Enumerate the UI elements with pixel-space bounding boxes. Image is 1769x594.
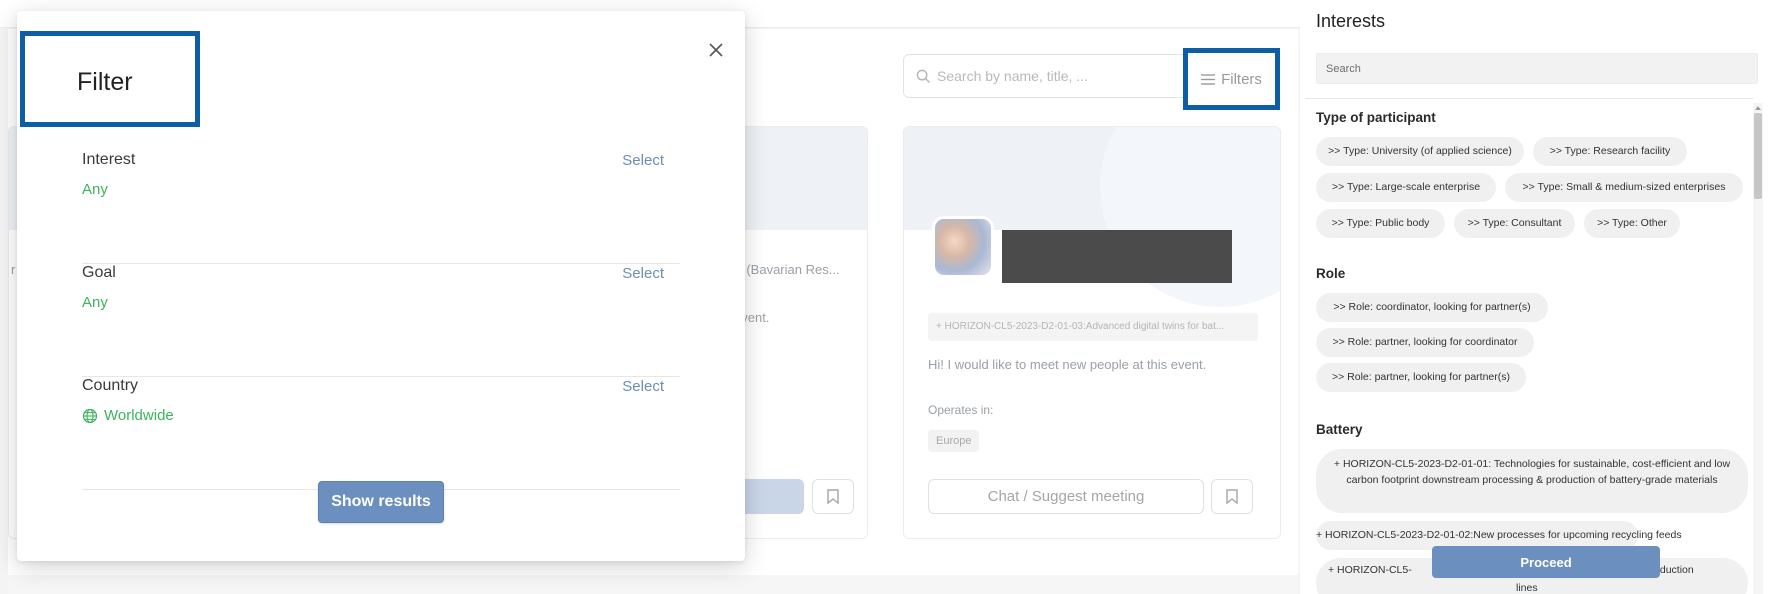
interest-chip[interactable]: >> Type: Other bbox=[1584, 209, 1680, 238]
filter-value: Any bbox=[82, 294, 108, 311]
section-battery: Battery + HORIZON-CL5-2023-D2-01-01: Tec… bbox=[1316, 422, 1748, 594]
filter-label: Interest bbox=[82, 151, 136, 168]
select-goal-link[interactable]: Select bbox=[622, 265, 664, 282]
filter-row-interest: Interest Any Select bbox=[82, 151, 680, 264]
filters-button-label: Filters bbox=[1221, 70, 1262, 88]
filter-modal: Filter Interest Any Select Goal Any Sele… bbox=[17, 11, 745, 561]
card-message: Hi! I would like to meet new people at t… bbox=[928, 357, 1207, 372]
filter-value-text: Worldwide bbox=[104, 407, 174, 424]
interest-chip[interactable]: >> Type: Public body bbox=[1316, 209, 1445, 238]
interest-chip[interactable]: >> Role: coordinator, looking for partne… bbox=[1316, 293, 1548, 322]
interests-search-input[interactable] bbox=[1316, 53, 1758, 84]
interest-chip[interactable]: + HORIZON-CL5-2023-D2-01-01: Technologie… bbox=[1316, 449, 1748, 513]
topic-chip: + HORIZON-CL5-2023-D2-01-03:Advanced dig… bbox=[928, 313, 1258, 341]
bookmark-icon bbox=[827, 489, 839, 504]
participant-search-input[interactable] bbox=[937, 68, 1177, 84]
card-text-fragment: r bbox=[11, 262, 16, 277]
scrollbar-thumb[interactable] bbox=[1754, 113, 1762, 199]
interest-chip[interactable]: >> Role: partner, looking for partner(s) bbox=[1316, 363, 1526, 392]
filter-label: Goal bbox=[82, 264, 116, 281]
card-affiliation-fragment: nz (Bavarian Res... bbox=[729, 262, 840, 277]
globe-icon bbox=[82, 408, 98, 423]
divider bbox=[1305, 98, 1753, 99]
close-icon[interactable] bbox=[707, 41, 725, 59]
filter-value-text: Any bbox=[82, 294, 108, 311]
filter-row-goal: Goal Any Select bbox=[82, 264, 680, 377]
interest-chip[interactable]: >> Role: partner, looking for coordinato… bbox=[1316, 328, 1534, 357]
filter-label: Country bbox=[82, 377, 139, 394]
section-role: Role >> Role: coordinator, looking for p… bbox=[1316, 266, 1548, 392]
bookmark-button[interactable] bbox=[812, 479, 854, 514]
filters-button[interactable]: Filters bbox=[1183, 48, 1280, 110]
scroll-up-arrow-icon[interactable] bbox=[1754, 104, 1762, 112]
hamburger-icon bbox=[1201, 73, 1216, 85]
search-icon bbox=[916, 69, 931, 83]
interest-chip-text: + HORIZON-CL5- bbox=[1328, 564, 1412, 576]
avatar bbox=[932, 216, 994, 278]
redacted-name bbox=[1002, 230, 1232, 283]
participant-card-right: + HORIZON-CL5-2023-D2-01-03:Advanced dig… bbox=[903, 126, 1281, 539]
filter-value: Worldwide bbox=[82, 407, 174, 424]
filter-value-text: Any bbox=[82, 181, 108, 198]
section-title: Type of participant bbox=[1316, 110, 1436, 125]
section-title: Role bbox=[1316, 266, 1346, 281]
proceed-button[interactable]: Proceed bbox=[1432, 546, 1660, 578]
participant-search-box[interactable] bbox=[903, 54, 1191, 98]
interest-chip[interactable]: >> Type: University (of applied science) bbox=[1316, 137, 1524, 166]
card-banner bbox=[904, 127, 1280, 307]
operates-in-chip: Europe bbox=[928, 430, 980, 452]
show-results-button[interactable]: Show results bbox=[318, 481, 444, 523]
filter-row-country: Country Worldwide Select bbox=[82, 377, 680, 490]
select-interest-link[interactable]: Select bbox=[622, 152, 664, 169]
panel-title: Interests bbox=[1316, 11, 1386, 31]
interest-chip[interactable]: >> Type: Consultant bbox=[1454, 209, 1575, 238]
interest-chip[interactable]: >> Type: Small & medium-sized enterprise… bbox=[1505, 173, 1743, 202]
modal-title: Filter bbox=[77, 68, 133, 96]
interests-panel: Interests Type of participant >> Type: U… bbox=[1305, 0, 1769, 594]
section-type-of-participant: Type of participant >> Type: University … bbox=[1316, 110, 1743, 238]
section-title: Battery bbox=[1316, 422, 1363, 437]
next-row-cards bbox=[8, 575, 1298, 594]
select-country-link[interactable]: Select bbox=[622, 378, 664, 395]
bookmark-button[interactable] bbox=[1211, 479, 1253, 514]
interest-chip-text: lines bbox=[1516, 582, 1538, 594]
chat-suggest-meeting-button[interactable]: Chat / Suggest meeting bbox=[928, 479, 1204, 514]
interest-chip[interactable]: >> Type: Research facility bbox=[1533, 137, 1687, 166]
filter-value: Any bbox=[82, 181, 108, 198]
bookmark-icon bbox=[1226, 489, 1238, 504]
interest-chip[interactable]: >> Type: Large-scale enterprise bbox=[1316, 173, 1496, 202]
operates-in-label: Operates in: bbox=[928, 403, 994, 417]
